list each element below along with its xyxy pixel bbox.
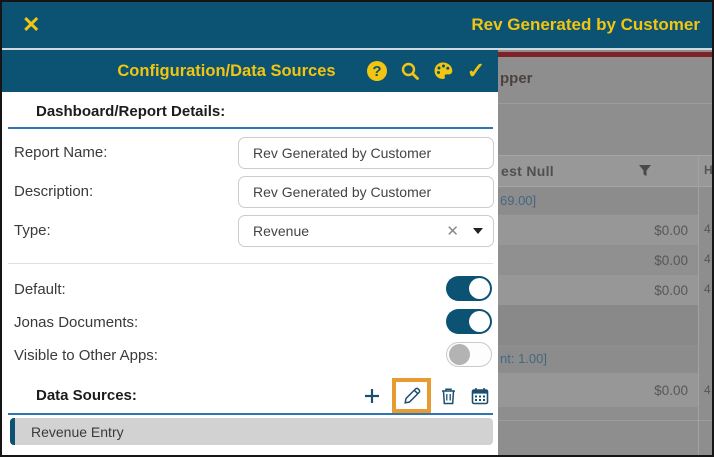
- delete-data-source-icon[interactable]: [436, 384, 460, 408]
- jonas-documents-toggle-label: Jonas Documents:: [14, 314, 139, 331]
- add-data-source-icon[interactable]: [360, 384, 384, 408]
- report-table: est Null H 69.00] $0.00 $0.00 $0.00 4 4 …: [498, 155, 712, 455]
- cell-partial: 4: [704, 282, 711, 296]
- edit-data-source-icon[interactable]: [400, 384, 424, 408]
- divider: [498, 103, 712, 104]
- description-input[interactable]: [238, 176, 494, 208]
- data-source-name: Revenue Entry: [31, 423, 124, 440]
- column2-header-partial: H: [704, 163, 712, 177]
- cell-partial: 4: [704, 252, 711, 266]
- table-row: $0.00: [498, 275, 698, 305]
- table-row: $0.00: [498, 373, 698, 407]
- panel-header-icons: ? ✓: [365, 59, 498, 83]
- toggle-knob: [469, 278, 490, 299]
- report-toolbar-strip: [498, 52, 712, 57]
- report-name-input[interactable]: [238, 137, 494, 169]
- table-header-row: est Null H: [498, 155, 712, 187]
- dropdown-caret-icon[interactable]: [473, 228, 483, 234]
- report-partial-title: pper: [500, 70, 533, 87]
- cell-partial: 4: [704, 383, 711, 397]
- column-header: est Null: [501, 163, 554, 179]
- divider: [8, 263, 493, 264]
- visible-other-apps-toggle[interactable]: [446, 342, 492, 367]
- table-spacer: [498, 305, 698, 345]
- section-title: Dashboard/Report Details:: [36, 103, 226, 120]
- panel-header: Configuration/Data Sources ? ✓: [2, 50, 498, 92]
- group-header: nt: 1.00]: [498, 347, 698, 372]
- table-row: $0.00: [498, 245, 698, 275]
- panel-title: Configuration/Data Sources: [117, 61, 336, 80]
- data-sources-label: Data Sources:: [36, 387, 137, 404]
- table-row: $0.00: [498, 215, 698, 245]
- type-selected-value: Revenue: [253, 223, 310, 239]
- dimmed-report-background: pper est Null H 69.00] $0.00 $0.00 $0.00…: [498, 50, 712, 455]
- type-select[interactable]: Revenue ✕: [238, 215, 494, 247]
- close-icon[interactable]: ✕: [22, 14, 40, 36]
- type-label: Type:: [14, 222, 51, 239]
- data-sources-underline: [8, 413, 493, 415]
- configuration-panel: Configuration/Data Sources ? ✓ Dashboard…: [2, 50, 498, 455]
- group-header: 69.00]: [498, 189, 698, 214]
- divider: [498, 420, 712, 421]
- cell-partial: 4: [704, 222, 711, 236]
- clear-selection-icon[interactable]: ✕: [446, 222, 473, 240]
- description-label: Description:: [14, 183, 94, 200]
- section-underline: [8, 127, 493, 129]
- report-name-label: Report Name:: [14, 144, 108, 161]
- column-divider: [698, 155, 699, 455]
- confirm-check-icon[interactable]: ✓: [464, 59, 488, 83]
- data-source-list-item[interactable]: Revenue Entry: [10, 418, 493, 445]
- filter-funnel-icon: [638, 164, 652, 177]
- app-bar: ✕ Rev Generated by Customer: [2, 2, 712, 48]
- default-toggle[interactable]: [446, 276, 492, 301]
- default-toggle-label: Default:: [14, 281, 66, 298]
- help-icon[interactable]: ?: [365, 59, 389, 83]
- palette-icon[interactable]: [431, 59, 455, 83]
- search-icon[interactable]: [398, 59, 422, 83]
- edit-highlight-box: [392, 378, 431, 413]
- visible-other-apps-toggle-label: Visible to Other Apps:: [14, 347, 158, 364]
- schedule-calendar-icon[interactable]: [468, 384, 492, 408]
- jonas-documents-toggle[interactable]: [446, 309, 492, 334]
- toggle-knob: [449, 344, 470, 365]
- screenshot-frame: ✕ Rev Generated by Customer pper est Nul…: [0, 0, 714, 457]
- app-title: Rev Generated by Customer: [471, 15, 700, 34]
- toggle-knob: [469, 311, 490, 332]
